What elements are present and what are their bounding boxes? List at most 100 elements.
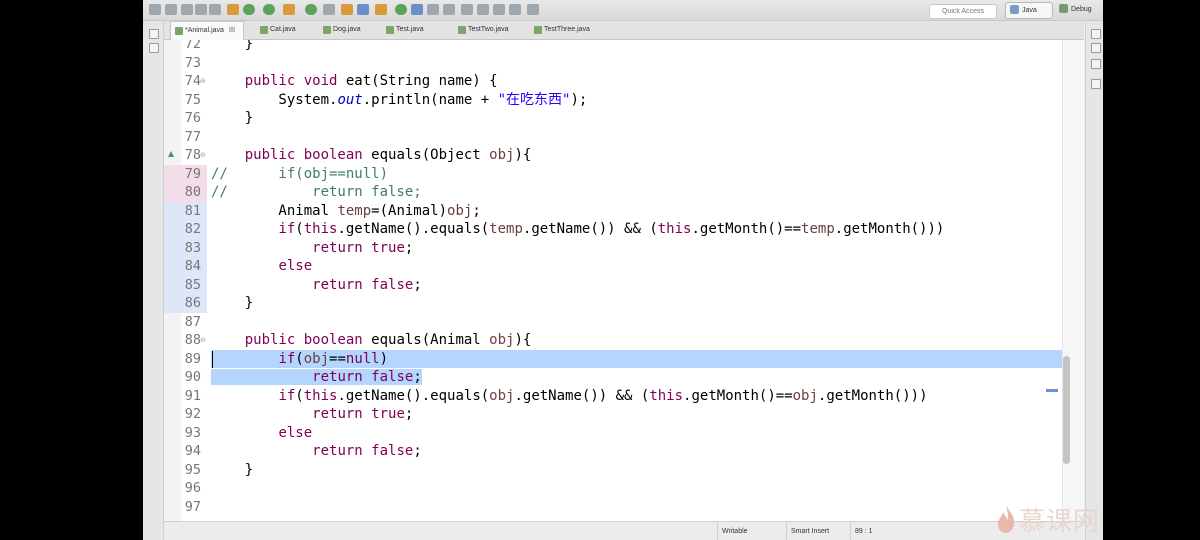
code-text: } [211,110,254,126]
tab-label: TestTwo.java [468,26,509,33]
code-line[interactable]: 96 [164,479,1062,498]
line-number: 80 [164,183,207,202]
task-list-icon[interactable] [1091,59,1101,69]
code-line[interactable]: 76 } [164,109,1062,128]
code-line[interactable]: 77 [164,128,1062,147]
next-annotation-icon[interactable] [461,4,473,15]
code-line[interactable]: 92 return true; [164,405,1062,424]
code-line[interactable]: 75 System.out.println(name + "在吃东西"); [164,91,1062,110]
code-line[interactable]: 72 } [164,40,1062,54]
code-line[interactable]: 83 return true; [164,238,1062,257]
code-line[interactable]: 81 Animal temp=(Animal)obj; [164,201,1062,220]
code-line[interactable]: 74 ⊖ public void eat(String name) { [164,72,1062,91]
code-line[interactable]: 90 return false; [164,368,1062,387]
toggle-mark-occurrences-icon[interactable] [411,4,423,15]
run-icon[interactable] [263,4,275,15]
perspective-java-button[interactable]: Java [1005,2,1053,19]
external-tools-icon[interactable] [283,4,295,15]
restore-icon[interactable] [1091,29,1101,39]
code-text: return true; [312,406,414,422]
word-wrap-icon[interactable] [427,4,439,15]
open-icon[interactable] [165,4,177,15]
forward-icon[interactable] [527,4,539,15]
coverage-icon[interactable] [305,4,317,15]
code-line[interactable]: 84 else [164,257,1062,276]
editor-tab[interactable]: Test.java [382,21,428,39]
code-text: // return false; [211,184,422,200]
code-line[interactable]: 85 return false; [164,275,1062,294]
code-line[interactable]: 78 ⊖ public boolean equals(Object obj){ [164,146,1062,165]
tab-label: Test.java [396,26,424,33]
line-number: 92 [184,406,201,422]
line-number: 79 [164,164,207,183]
line-number: 87 [184,313,201,330]
last-edit-icon[interactable] [493,4,505,15]
code-text: public void eat(String name) { [244,73,498,89]
open-type-icon[interactable] [375,4,387,15]
package-explorer-icon[interactable] [149,43,159,53]
text-caret [212,351,213,368]
editor-tab[interactable]: TestTwo.java [454,21,512,39]
code-line[interactable]: 94 return false; [164,442,1062,461]
editor-tab[interactable]: Cat.java [256,21,300,39]
perspective-java-label: Java [1022,7,1037,14]
perspective-debug-button[interactable]: Debug [1055,2,1101,17]
java-file-icon [175,27,183,35]
code-editor[interactable]: 72 } 73 74 ⊖ public void eat(String name) {… [164,40,1084,521]
save-all-icon[interactable] [195,4,207,15]
code-line[interactable]: 93 else [164,424,1062,443]
new-package-icon[interactable] [341,4,353,15]
outline-icon[interactable] [1091,43,1101,53]
restore-icon[interactable] [149,29,159,39]
show-whitespace-icon[interactable] [443,4,455,15]
code-text: System.out.println(name + "在吃东西"); [211,91,588,108]
code-line[interactable]: 87 [164,313,1062,332]
code-text: } [211,40,254,52]
print-icon[interactable] [209,4,221,15]
line-number: 85 [164,275,207,294]
quick-access-field[interactable] [929,4,997,19]
code-line[interactable]: 73 [164,54,1062,73]
build-icon[interactable] [227,4,239,15]
java-file-icon [323,26,331,34]
new-class-icon[interactable] [357,4,369,15]
fold-toggle-icon[interactable]: ⊖ [200,76,206,86]
back-icon[interactable] [509,4,521,15]
debug-icon[interactable] [243,4,255,15]
code-text: if(this.getName().equals(temp.getName())… [278,221,945,237]
line-number: 86 [164,294,207,313]
close-tab-icon[interactable]: ☒ [229,27,235,34]
fold-toggle-icon[interactable]: ⊖ [200,335,206,345]
save-icon[interactable] [181,4,193,15]
line-number: 76 [184,110,201,126]
code-line[interactable]: 95 } [164,461,1062,480]
editor-tab[interactable]: TestThree.java [530,21,594,39]
search-icon[interactable] [395,4,407,15]
new-icon[interactable] [149,4,161,15]
overview-ruler-mark[interactable] [1046,389,1058,392]
previous-annotation-icon[interactable] [477,4,489,15]
imooc-watermark: 慕课网 [995,500,1100,538]
code-line[interactable]: 82 if(this.getName().equals(temp.getName… [164,220,1062,239]
code-line[interactable]: 97 [164,498,1062,517]
code-line[interactable]: 91 if(this.getName().equals(obj.getName(… [164,387,1062,406]
code-line[interactable]: 89 if(obj==null) [164,349,1062,368]
scrollbar-thumb[interactable] [1063,356,1070,464]
editor-tab[interactable]: Dog.java [319,21,365,39]
tab-label: *Animal.java [185,27,224,34]
code-line[interactable]: 79// if(obj==null) [164,164,1062,183]
code-line[interactable]: 88 ⊖ public boolean equals(Animal obj){ [164,331,1062,350]
fold-toggle-icon[interactable]: ⊖ [200,150,206,160]
java-perspective-icon [1010,5,1019,14]
code-text: if(this.getName().equals(obj.getName()) … [278,387,928,404]
code-line[interactable]: 80// return false; [164,183,1062,202]
code-line[interactable]: 86 } [164,294,1062,313]
new-java-project-icon[interactable] [323,4,335,15]
editor-tab[interactable]: *Animal.java ☒ [170,21,245,40]
code-text: if(obj==null) [278,350,389,367]
perspective-debug-label: Debug [1071,6,1092,13]
code-text: return false; [312,276,422,293]
line-number: 82 [164,220,207,239]
console-icon[interactable] [1091,79,1101,89]
override-marker-icon[interactable] [168,151,174,157]
